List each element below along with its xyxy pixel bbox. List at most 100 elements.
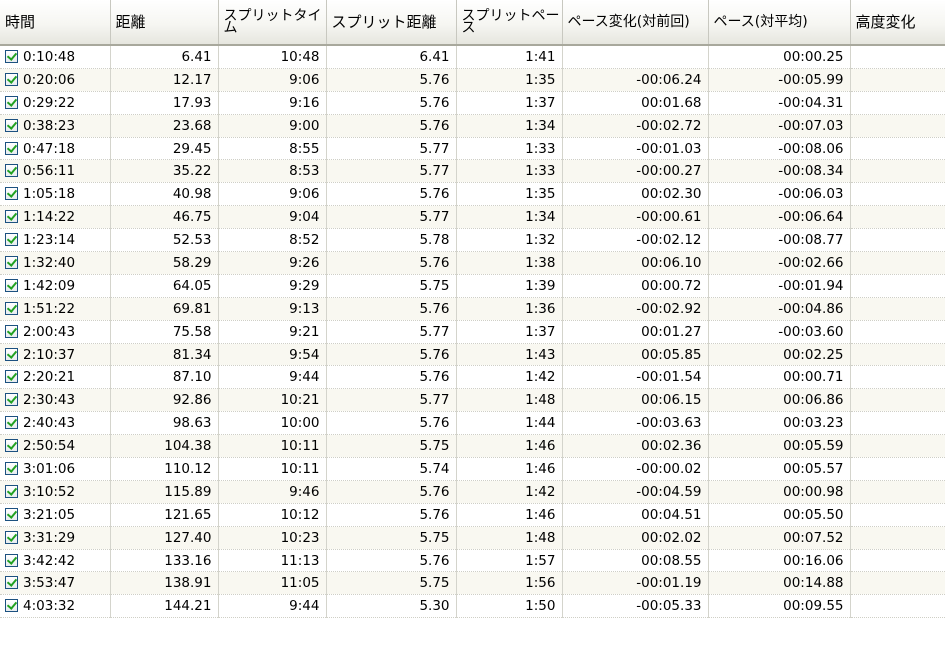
col-header-split-distance[interactable]: スプリット距離 [326, 0, 457, 46]
col-header-elevation-change[interactable]: 高度変化 [850, 0, 945, 46]
row-checkbox[interactable] [5, 576, 18, 590]
row-checkbox[interactable] [5, 553, 18, 567]
split-distance-cell: 5.77 [326, 159, 457, 184]
col-header-split-time[interactable]: スプリットタイム [218, 0, 327, 46]
table-row[interactable]: 3:10:52 115.89 9:46 5.76 1:42 -00:04.59 00:00.… [0, 480, 945, 504]
table-row[interactable]: 2:50:54 104.38 10:11 5.75 1:46 00:02.36 00:05.… [0, 434, 945, 459]
col-header-pace-change-prev[interactable]: ペース変化(対前回) [562, 0, 709, 46]
row-checkbox[interactable] [5, 347, 18, 361]
split-pace-cell: 1:41 [456, 45, 563, 69]
table-row[interactable]: 1:14:22 46.75 9:04 5.77 1:34 -00:00.61 -00:06.… [0, 205, 945, 230]
time-cell: 0:20:06 [0, 68, 111, 92]
time-cell: 3:31:29 [0, 526, 111, 550]
distance-cell: 23.68 [110, 114, 219, 138]
pace-vs-average-cell: 00:09.55 [708, 594, 851, 619]
col-header-time[interactable]: 時間 [0, 0, 111, 46]
row-checkbox[interactable] [5, 461, 18, 475]
split-time-cell: 9:44 [218, 594, 327, 619]
row-checkbox[interactable] [5, 95, 18, 109]
table-row[interactable]: 1:42:09 64.05 9:29 5.75 1:39 00:00.72 -00:01.9… [0, 274, 945, 298]
row-checkbox[interactable] [5, 484, 18, 498]
time-cell: 2:00:43 [0, 320, 111, 344]
col-header-distance[interactable]: 距離 [110, 0, 219, 46]
pace-change-cell: -00:00.61 [562, 205, 709, 230]
split-pace-cell: 1:37 [456, 91, 563, 115]
split-data-grid: 時間 距離 スプリットタイム スプリット距離 スプリットペース ペース変化(対前回) ペース… [0, 0, 945, 661]
table-row[interactable]: 3:31:29 127.40 10:23 5.75 1:48 00:02.02 00:07.… [0, 526, 945, 550]
elevation-change-cell: +0 [850, 343, 945, 367]
row-checkbox[interactable] [5, 118, 18, 132]
row-checkbox[interactable] [5, 301, 18, 315]
table-row[interactable]: 3:42:42 133.16 11:13 5.76 1:57 00:08.55 00:16.… [0, 549, 945, 573]
pace-change-cell: -00:06.24 [562, 68, 709, 92]
elevation-change-cell: +1 [850, 182, 945, 207]
header-row: 時間 距離 スプリットタイム スプリット距離 スプリットペース ペース変化(対前回) ペース… [0, 0, 945, 46]
split-pace-cell: 1:42 [456, 480, 563, 504]
split-pace-cell: 1:34 [456, 205, 563, 230]
split-table: 時間 距離 スプリットタイム スプリット距離 スプリットペース ペース変化(対前回) ペース… [0, 0, 945, 619]
table-row[interactable]: 2:00:43 75.58 9:21 5.77 1:37 00:01.27 -00:03.6… [0, 320, 945, 344]
table-row[interactable]: 2:40:43 98.63 10:00 5.76 1:44 -00:03.63 00:03.… [0, 411, 945, 436]
pace-change-cell: -00:02.92 [562, 297, 709, 321]
split-distance-cell: 5.76 [326, 503, 457, 527]
table-row[interactable]: 4:03:32 144.21 9:44 5.30 1:50 -00:05.33 00:09.… [0, 594, 945, 619]
row-checkbox[interactable] [5, 599, 18, 613]
time-cell: 0:38:23 [0, 114, 111, 138]
row-checkbox[interactable] [5, 393, 18, 407]
elevation-change-cell: -1 [850, 503, 945, 527]
table-row[interactable]: 3:01:06 110.12 10:11 5.74 1:46 -00:00.02 00:05… [0, 457, 945, 481]
split-time-cell: 10:11 [218, 434, 327, 459]
table-row[interactable]: 1:32:40 58.29 9:26 5.76 1:38 00:06.10 -00:02.6… [0, 251, 945, 275]
table-row[interactable]: 3:21:05 121.65 10:12 5.76 1:46 00:04.51 00:05.… [0, 503, 945, 527]
row-checkbox[interactable] [5, 507, 18, 521]
split-pace-cell: 1:44 [456, 411, 563, 436]
col-header-pace-vs-average[interactable]: ペース(対平均) [708, 0, 851, 46]
table-row[interactable]: 1:05:18 40.98 9:06 5.76 1:35 00:02.30 -00:06.0… [0, 182, 945, 207]
row-checkbox[interactable] [5, 255, 18, 269]
row-checkbox[interactable] [5, 141, 18, 155]
distance-cell: 12.17 [110, 68, 219, 92]
split-time-cell: 9:16 [218, 91, 327, 115]
split-pace-cell: 1:33 [456, 137, 563, 161]
table-row[interactable]: 2:30:43 92.86 10:21 5.77 1:48 00:06.15 00:06.8… [0, 388, 945, 413]
time-value: 3:31:29 [23, 529, 76, 546]
table-row[interactable]: 0:29:22 17.93 9:16 5.76 1:37 00:01.68 -00:04.3… [0, 91, 945, 115]
pace-change-cell [562, 45, 709, 69]
row-checkbox[interactable] [5, 233, 18, 247]
table-row[interactable]: 0:56:11 35.22 8:53 5.77 1:33 -00:00.27 -00:08.… [0, 159, 945, 184]
row-checkbox[interactable] [5, 416, 18, 430]
table-row[interactable]: 0:20:06 12.17 9:06 5.76 1:35 -00:06.24 -00:05.… [0, 68, 945, 92]
split-distance-cell: 5.76 [326, 365, 457, 390]
distance-cell: 133.16 [110, 549, 219, 573]
time-value: 0:20:06 [23, 71, 76, 88]
table-row[interactable]: 0:10:486.4110:486.411:4100:00.25+16 [0, 45, 945, 69]
row-checkbox[interactable] [5, 370, 18, 384]
row-checkbox[interactable] [5, 187, 18, 201]
row-checkbox[interactable] [5, 530, 18, 544]
row-checkbox[interactable] [5, 72, 18, 86]
table-row[interactable]: 0:38:23 23.68 9:00 5.76 1:34 -00:02.72 -00:07.… [0, 114, 945, 138]
row-checkbox[interactable] [5, 324, 18, 338]
pace-change-cell: -00:03.63 [562, 411, 709, 436]
row-checkbox[interactable] [5, 164, 18, 178]
pace-vs-average-cell: -00:08.77 [708, 228, 851, 253]
time-value: 2:50:54 [23, 438, 76, 455]
table-row[interactable]: 1:51:22 69.81 9:13 5.76 1:36 -00:02.92 -00:04.… [0, 297, 945, 321]
elevation-change-cell: -1 [850, 571, 945, 596]
row-checkbox[interactable] [5, 210, 18, 224]
time-cell: 1:51:22 [0, 297, 111, 321]
table-row[interactable]: 1:23:14 52.53 8:52 5.78 1:32 -00:02.12 -00:08.… [0, 228, 945, 253]
row-checkbox[interactable] [5, 439, 18, 453]
col-header-split-pace[interactable]: スプリットペース [456, 0, 563, 46]
split-pace-cell: 1:43 [456, 343, 563, 367]
table-row[interactable]: 3:53:47 138.91 11:05 5.75 1:56 -00:01.19 00:14… [0, 571, 945, 596]
table-row[interactable]: 2:20:21 87.10 9:44 5.76 1:42 -00:01.54 00:00.7… [0, 365, 945, 390]
distance-cell: 92.86 [110, 388, 219, 413]
table-row[interactable]: 2:10:37 81.34 9:54 5.76 1:43 00:05.85 00:02.25… [0, 343, 945, 367]
row-checkbox[interactable] [5, 278, 18, 292]
time-cell: 2:30:43 [0, 388, 111, 413]
table-row[interactable]: 0:47:18 29.45 8:55 5.77 1:33 -00:01.03 -00:08.… [0, 137, 945, 161]
row-checkbox[interactable] [5, 49, 18, 63]
time-cell: 2:50:54 [0, 434, 111, 459]
split-pace-cell: 1:46 [456, 434, 563, 459]
